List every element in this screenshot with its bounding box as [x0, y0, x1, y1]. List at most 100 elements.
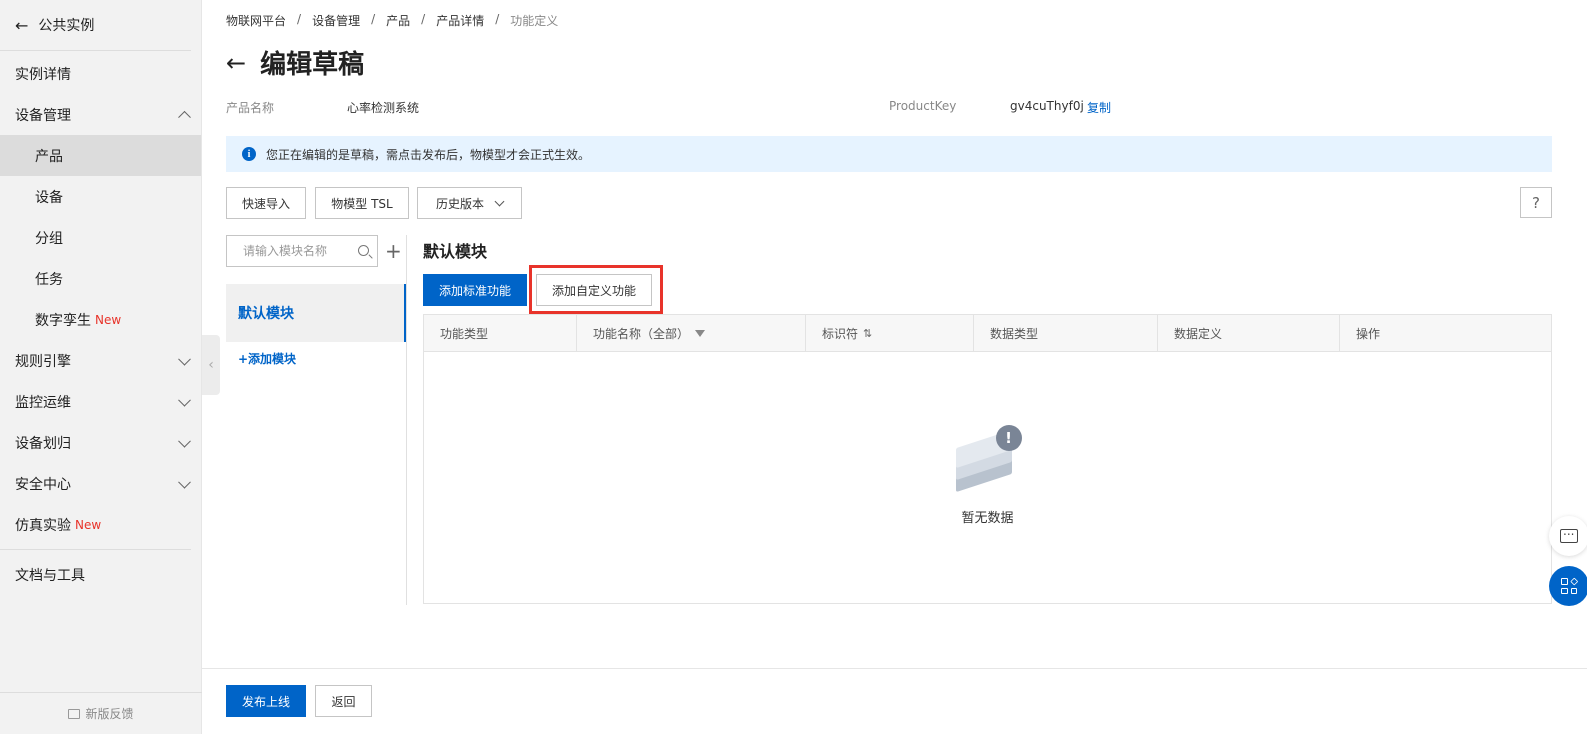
sidebar-item-label: 设备管理 [15, 107, 71, 124]
sidebar-item-digital-twin[interactable]: 数字孪生 New [0, 299, 201, 340]
search-icon[interactable] [358, 245, 369, 256]
main-content: 物联网平台 / 设备管理 / 产品 / 产品详情 / 功能定义 ← 编辑草稿 产… [202, 0, 1587, 734]
sidebar-item-label: 文档与工具 [15, 567, 85, 584]
publish-button[interactable]: 发布上线 [226, 685, 306, 717]
add-standard-function-button[interactable]: 添加标准功能 [423, 274, 527, 306]
notice-text: 您正在编辑的是草稿，需点击发布后，物模型才会正式生效。 [266, 147, 591, 162]
breadcrumb-function-definition: 功能定义 [510, 14, 559, 28]
button-label: 发布上线 [241, 694, 290, 709]
section-title: 默认模块 [423, 242, 488, 261]
sort-icon[interactable]: ⇅ [863, 327, 872, 340]
sidebar-item-label: 安全中心 [15, 476, 71, 493]
module-list: 默认模块 +添加模块 [226, 235, 407, 605]
sidebar-item-device[interactable]: 设备 [0, 176, 201, 217]
add-module-link[interactable]: +添加模块 [238, 350, 296, 367]
info-icon: i [242, 147, 256, 161]
chevron-down-icon [178, 475, 191, 489]
tsl-button[interactable]: 物模型 TSL [315, 187, 409, 219]
product-name-label: 产品名称 [226, 101, 275, 115]
quick-import-button[interactable]: 快速导入 [226, 187, 306, 219]
breadcrumb-product-detail[interactable]: 产品详情 [436, 12, 484, 29]
help-button[interactable]: ? [1520, 187, 1552, 218]
module-item-default[interactable]: 默认模块 [226, 284, 406, 342]
chevron-down-icon [178, 393, 191, 407]
sidebar-item-label: 分组 [35, 230, 63, 247]
highlight-annotation [529, 265, 663, 314]
sidebar-item-security-center[interactable]: 安全中心 [0, 463, 201, 504]
sidebar-item-product[interactable]: 产品 [0, 135, 201, 176]
column-label: 功能名称（全部） [593, 327, 690, 341]
column-label: 标识符 [822, 327, 859, 341]
column-label: 数据定义 [1174, 327, 1223, 341]
column-function-type: 功能类型 [424, 315, 576, 352]
sidebar-item-label: 规则引擎 [15, 353, 71, 370]
instance-label: 公共实例 [38, 18, 95, 34]
sidebar-item-label: 仿真实验 [15, 517, 71, 534]
column-label: 操作 [1356, 327, 1381, 341]
copy-product-key-link[interactable]: 复制 [1087, 99, 1111, 116]
product-name-value: 心率检测系统 [347, 101, 420, 115]
back-arrow-icon: ← [15, 15, 29, 35]
breadcrumb-separator: / [371, 12, 376, 26]
page-header: ← 编辑草稿 [226, 44, 364, 81]
sidebar-item-instance-detail[interactable]: 实例详情 [0, 53, 201, 94]
button-label: 返回 [331, 694, 356, 709]
history-version-dropdown[interactable]: 历史版本 [417, 187, 522, 219]
product-key-value: gv4cuThyf0j [1010, 99, 1084, 113]
breadcrumb-separator: / [421, 12, 426, 26]
sidebar-item-monitoring[interactable]: 监控运维 [0, 381, 201, 422]
sidebar-item-task[interactable]: 任务 [0, 258, 201, 299]
apps-button[interactable] [1549, 566, 1587, 606]
sidebar-item-label: 监控运维 [15, 394, 71, 411]
sidebar-item-group[interactable]: 分组 [0, 217, 201, 258]
column-label: 数据类型 [990, 327, 1039, 341]
button-label: 快速导入 [241, 196, 290, 211]
back-arrow-icon[interactable]: ← [226, 49, 246, 77]
sidebar-item-label: 实例详情 [15, 66, 71, 83]
sidebar-item-label: 设备划归 [15, 435, 71, 452]
breadcrumb-product[interactable]: 产品 [386, 12, 410, 29]
column-label: 功能类型 [440, 327, 489, 341]
column-identifier[interactable]: 标识符 ⇅ [805, 315, 973, 352]
chat-feedback-button[interactable] [1549, 516, 1587, 556]
sidebar: ← 公共实例 实例详情 设备管理 产品 设备 分组 任务 数字孪生 New 规则引… [0, 0, 202, 734]
apps-icon [1561, 577, 1578, 594]
chevron-down-icon [494, 196, 505, 206]
product-meta: 产品名称 心率检测系统 ProductKey gv4cuThyf0j 复制 [226, 99, 1556, 115]
sidebar-item-label: 设备 [35, 189, 63, 206]
sidebar-item-label: 产品 [35, 148, 63, 165]
table-header: 功能类型 功能名称（全部） 标识符 ⇅ 数据类型 数据定义 操作 [424, 315, 1551, 352]
function-table: 功能类型 功能名称（全部） 标识符 ⇅ 数据类型 数据定义 操作 ! 暂无数据 [423, 314, 1552, 604]
instance-back-link[interactable]: ← 公共实例 [0, 0, 191, 51]
column-function-name[interactable]: 功能名称（全部） [576, 315, 805, 352]
sidebar-item-simulation[interactable]: 仿真实验 New [0, 504, 201, 545]
feedback-label: 新版反馈 [85, 707, 134, 721]
feedback-link[interactable]: 新版反馈 [0, 692, 202, 734]
chevron-up-icon [178, 110, 191, 124]
module-item-label: 默认模块 [238, 306, 294, 322]
breadcrumb-separator: / [297, 12, 302, 26]
breadcrumb-iot-platform[interactable]: 物联网平台 [226, 12, 286, 29]
chevron-down-icon [178, 434, 191, 448]
sidebar-item-device-assignment[interactable]: 设备划归 [0, 422, 201, 463]
module-search-input[interactable] [243, 244, 353, 258]
footer-bar [202, 668, 1587, 734]
button-label: 物模型 TSL [331, 196, 393, 211]
sidebar-item-docs-tools[interactable]: 文档与工具 [0, 554, 201, 595]
module-search-box [226, 235, 378, 267]
sidebar-item-rule-engine[interactable]: 规则引擎 [0, 340, 201, 381]
button-label: 添加标准功能 [438, 283, 511, 298]
sidebar-item-device-management[interactable]: 设备管理 [0, 94, 201, 135]
column-data-type: 数据类型 [973, 315, 1157, 352]
filter-icon[interactable] [695, 330, 706, 337]
page-title: 编辑草稿 [260, 50, 365, 80]
chat-icon [1560, 524, 1578, 543]
product-key-label: ProductKey [889, 99, 957, 113]
button-label: 历史版本 [435, 196, 484, 211]
back-button[interactable]: 返回 [315, 685, 372, 717]
breadcrumb-device-management[interactable]: 设备管理 [312, 12, 360, 29]
sidebar-item-label: 任务 [35, 271, 63, 288]
plus-icon[interactable]: + [385, 241, 402, 261]
column-actions: 操作 [1339, 315, 1551, 352]
feedback-icon [68, 708, 81, 719]
